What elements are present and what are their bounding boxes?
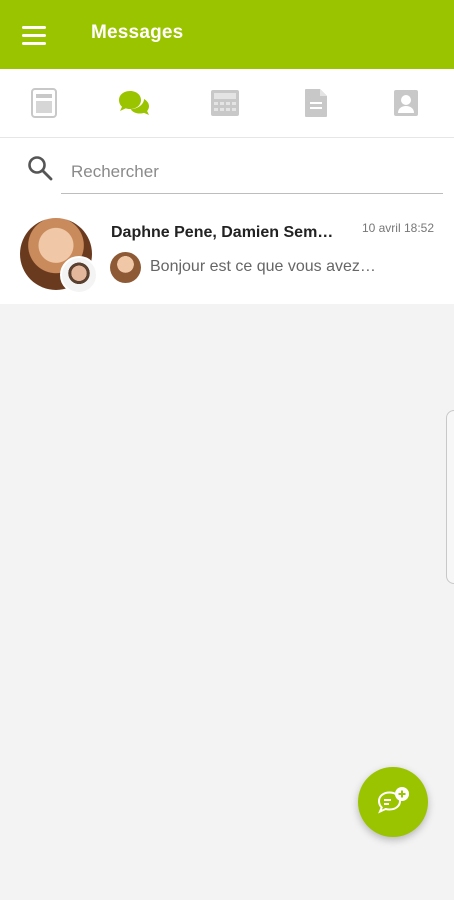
page-title: Messages: [91, 22, 184, 43]
avatar-secondary: [60, 256, 98, 294]
new-conversation-button[interactable]: [358, 767, 428, 837]
document-icon: [31, 88, 57, 118]
search-icon: [28, 156, 53, 181]
conversation-preview: Bonjour est ce que vous avez…: [150, 258, 376, 275]
tab-files[interactable]: [296, 83, 336, 123]
side-panel-handle[interactable]: [446, 410, 454, 584]
conversation-time: 10 avril 18:52: [361, 221, 434, 235]
tab-contacts[interactable]: [386, 83, 426, 123]
chat-icon: [119, 91, 149, 115]
calendar-icon: [211, 90, 239, 116]
new-chat-icon: [377, 787, 409, 814]
contact-icon: [394, 90, 418, 116]
tab-messages[interactable]: [114, 83, 154, 123]
tab-calendar[interactable]: [205, 83, 245, 123]
search-input[interactable]: [61, 150, 443, 194]
search-bar: [0, 138, 454, 204]
tab-bar: [0, 69, 454, 138]
file-icon: [305, 89, 327, 117]
app-bar: Messages: [0, 0, 454, 69]
tab-documents[interactable]: [24, 83, 64, 123]
sender-avatar: [110, 252, 141, 283]
menu-icon[interactable]: [22, 22, 50, 48]
conversation-item[interactable]: Daphne Pene, Damien Sem… 10 avril 18:52 …: [0, 204, 454, 304]
conversation-participants: Daphne Pene, Damien Sem…: [111, 224, 334, 241]
